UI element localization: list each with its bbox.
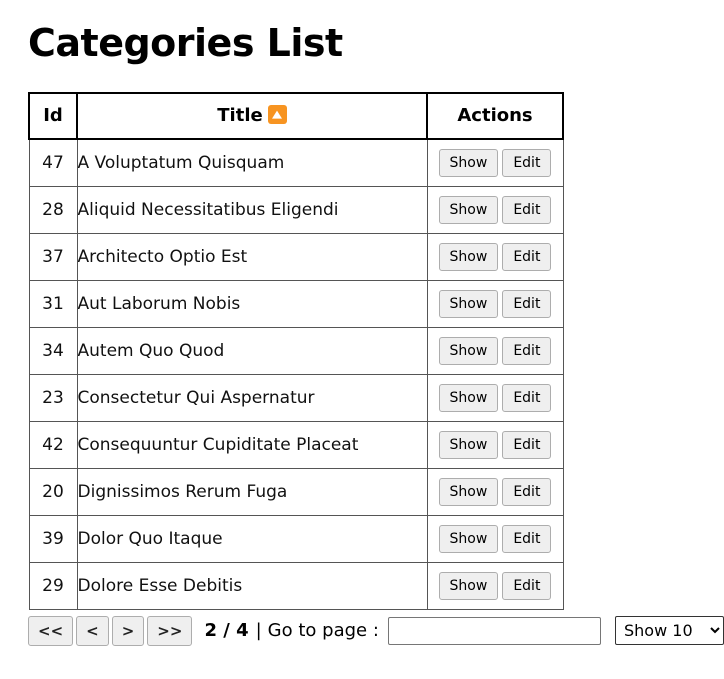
table-body: 47A Voluptatum QuisquamShowEdit28Aliquid… xyxy=(29,139,563,610)
table-row: 42Consequuntur Cupiditate PlaceatShowEdi… xyxy=(29,421,563,468)
next-page-button[interactable]: > xyxy=(112,616,145,647)
show-button[interactable]: Show xyxy=(439,243,499,271)
cell-id: 29 xyxy=(29,562,77,609)
cell-title: Dignissimos Rerum Fuga xyxy=(77,468,427,515)
cell-title: Dolore Esse Debitis xyxy=(77,562,427,609)
edit-button[interactable]: Edit xyxy=(502,196,551,224)
show-button[interactable]: Show xyxy=(439,384,499,412)
cell-actions: ShowEdit xyxy=(427,233,563,280)
table-row: 28Aliquid Necessitatibus EligendiShowEdi… xyxy=(29,186,563,233)
edit-button[interactable]: Edit xyxy=(502,384,551,412)
edit-button[interactable]: Edit xyxy=(502,290,551,318)
cell-actions: ShowEdit xyxy=(427,139,563,187)
column-header-title-label: Title xyxy=(217,105,262,126)
show-button[interactable]: Show xyxy=(439,196,499,224)
cell-title: Autem Quo Quod xyxy=(77,327,427,374)
edit-button[interactable]: Edit xyxy=(502,337,551,365)
column-header-title[interactable]: Title xyxy=(77,93,427,139)
cell-title: Dolor Quo Itaque xyxy=(77,515,427,562)
cell-id: 28 xyxy=(29,186,77,233)
previous-page-button[interactable]: < xyxy=(76,616,109,647)
show-button[interactable]: Show xyxy=(439,478,499,506)
first-page-button[interactable]: << xyxy=(28,616,73,647)
cell-id: 42 xyxy=(29,421,77,468)
column-header-actions-label: Actions xyxy=(457,105,532,126)
cell-title: Architecto Optio Est xyxy=(77,233,427,280)
show-button[interactable]: Show xyxy=(439,149,499,177)
cell-actions: ShowEdit xyxy=(427,468,563,515)
edit-button[interactable]: Edit xyxy=(502,243,551,271)
table-row: 34Autem Quo QuodShowEdit xyxy=(29,327,563,374)
table-row: 39Dolor Quo ItaqueShowEdit xyxy=(29,515,563,562)
goto-page-input[interactable] xyxy=(388,617,601,645)
edit-button[interactable]: Edit xyxy=(502,525,551,553)
cell-actions: ShowEdit xyxy=(427,562,563,609)
show-button[interactable]: Show xyxy=(439,431,499,459)
edit-button[interactable]: Edit xyxy=(502,149,551,177)
show-button[interactable]: Show xyxy=(439,525,499,553)
table-row: 20Dignissimos Rerum FugaShowEdit xyxy=(29,468,563,515)
cell-id: 34 xyxy=(29,327,77,374)
table-header-row: Id Title Actions xyxy=(29,93,563,139)
cell-actions: ShowEdit xyxy=(427,515,563,562)
cell-id: 37 xyxy=(29,233,77,280)
cell-actions: ShowEdit xyxy=(427,421,563,468)
cell-title: Aut Laborum Nobis xyxy=(77,280,427,327)
goto-page-label: Go to page : xyxy=(268,620,379,641)
cell-id: 31 xyxy=(29,280,77,327)
last-page-button[interactable]: >> xyxy=(147,616,192,647)
pagination-buttons: << < > >> xyxy=(28,616,192,647)
cell-title: A Voluptatum Quisquam xyxy=(77,139,427,187)
page-title: Categories List xyxy=(28,22,724,66)
cell-actions: ShowEdit xyxy=(427,186,563,233)
table-row: 31Aut Laborum NobisShowEdit xyxy=(29,280,563,327)
pagination-bar: << < > >> 2 / 4 | Go to page : Show 10Sh… xyxy=(28,616,724,647)
table-row: 23Consectetur Qui AspernaturShowEdit xyxy=(29,374,563,421)
pager-separator: | xyxy=(256,620,262,641)
column-header-actions: Actions xyxy=(427,93,563,139)
cell-id: 20 xyxy=(29,468,77,515)
edit-button[interactable]: Edit xyxy=(502,478,551,506)
edit-button[interactable]: Edit xyxy=(502,572,551,600)
show-button[interactable]: Show xyxy=(439,572,499,600)
cell-actions: ShowEdit xyxy=(427,327,563,374)
table-row: 47A Voluptatum QuisquamShowEdit xyxy=(29,139,563,187)
categories-list-page: Categories List Id Title Actions 47A Vol… xyxy=(0,0,724,646)
cell-actions: ShowEdit xyxy=(427,374,563,421)
show-button[interactable]: Show xyxy=(439,337,499,365)
cell-title: Consectetur Qui Aspernatur xyxy=(77,374,427,421)
cell-id: 47 xyxy=(29,139,77,187)
page-status: 2 / 4 xyxy=(204,620,248,641)
cell-id: 39 xyxy=(29,515,77,562)
table-header: Id Title Actions xyxy=(29,93,563,139)
cell-actions: ShowEdit xyxy=(427,280,563,327)
column-header-id-label: Id xyxy=(43,105,63,126)
table-row: 37Architecto Optio EstShowEdit xyxy=(29,233,563,280)
cell-title: Aliquid Necessitatibus Eligendi xyxy=(77,186,427,233)
cell-title: Consequuntur Cupiditate Placeat xyxy=(77,421,427,468)
table-row: 29Dolore Esse DebitisShowEdit xyxy=(29,562,563,609)
sort-ascending-icon[interactable] xyxy=(268,105,287,124)
per-page-select[interactable]: Show 10Show 25Show 50Show 100 xyxy=(615,616,724,645)
edit-button[interactable]: Edit xyxy=(502,431,551,459)
categories-table: Id Title Actions 47A Voluptatum Quisquam… xyxy=(28,92,564,610)
column-header-id[interactable]: Id xyxy=(29,93,77,139)
show-button[interactable]: Show xyxy=(439,290,499,318)
cell-id: 23 xyxy=(29,374,77,421)
